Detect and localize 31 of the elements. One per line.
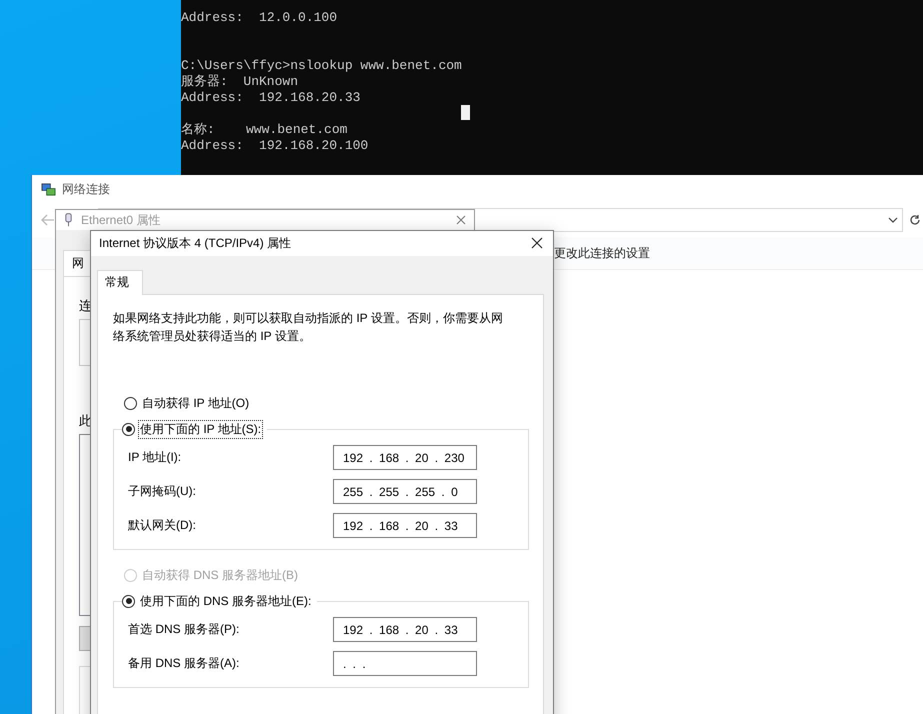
chevron-down-icon[interactable] (888, 217, 898, 223)
tab[interactable]: 常规 (97, 270, 143, 295)
console-line: Address: 192.168.20.100 (181, 138, 368, 154)
text-cursor (461, 105, 470, 120)
ip-address-field[interactable]: 192 . 168 . 20 . 230 (333, 445, 477, 470)
ip-address-field[interactable]: . . . (333, 651, 477, 676)
field-label: IP 地址(I): (128, 449, 182, 466)
console-line: C:\Users\ffyc>nslookup www.benet.com (181, 58, 462, 74)
field-label: 备用 DNS 服务器(A): (128, 655, 240, 672)
console-line: 名称: www.benet.com (181, 122, 348, 138)
field-label: 默认网关(D): (128, 517, 196, 534)
window-title: 网络连接 (62, 180, 110, 198)
ip-address-field[interactable]: 192 . 168 . 20 . 33 (333, 617, 477, 642)
console-line: 服务器: UnKnown (181, 74, 298, 90)
network-icon (41, 182, 56, 196)
refresh-icon[interactable] (909, 214, 921, 226)
radio-button[interactable]: 自动获得 IP 地址(O) (124, 394, 252, 412)
console-line: Address: 12.0.0.100 (181, 10, 338, 26)
dialog-title: Internet 协议版本 4 (TCP/IPv4) 属性 (99, 235, 292, 252)
plug-icon (64, 212, 73, 228)
console-line: Address: 192.168.20.33 (181, 90, 360, 106)
radio-button[interactable]: 使用下面的 DNS 服务器地址(E): (122, 592, 314, 610)
field-label: 首选 DNS 服务器(P): (128, 621, 240, 638)
tab[interactable]: 网 (63, 250, 93, 276)
description-text: 如果网络支持此功能，则可以获取自动指派的 IP 设置。否则，你需要从网络系统管理员处获得适当的 IP 设置。 (113, 310, 504, 345)
window-title: Ethernet0 属性 (81, 214, 160, 226)
ip-address-field[interactable]: 255 . 255 . 255 . 0 (333, 479, 477, 504)
ip-address-field[interactable]: 192 . 168 . 20 . 33 (333, 513, 477, 538)
toolbar-button[interactable]: 更改此连接的设置 (554, 244, 650, 262)
close-icon[interactable] (531, 237, 543, 249)
field-label: 子网掩码(U): (128, 483, 196, 500)
